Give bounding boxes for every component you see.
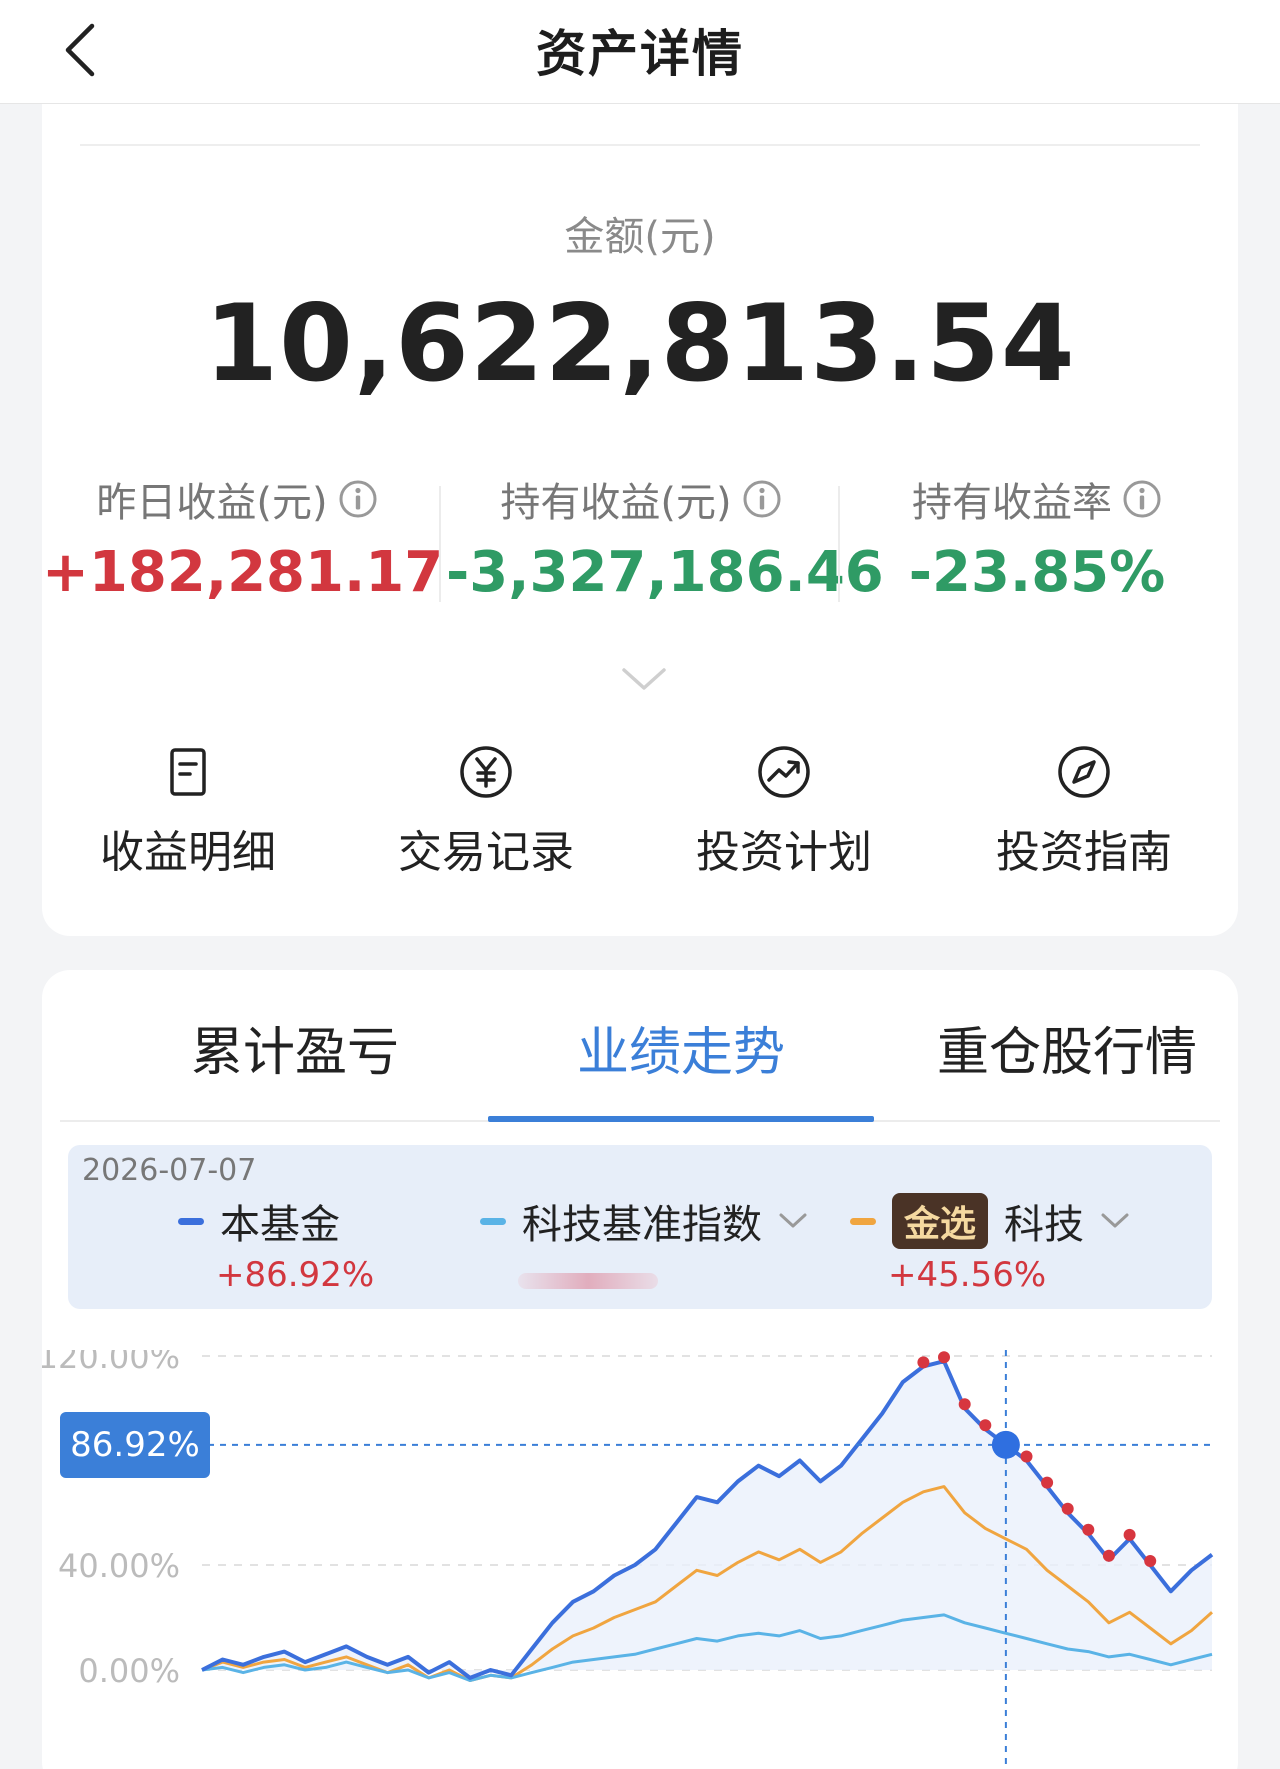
legend-value: +86.92%: [216, 1255, 375, 1295]
top-bar: 资产详情: [0, 0, 1280, 104]
legend-name: 科技: [1004, 1202, 1085, 1248]
amount-label: 金额(元): [564, 214, 716, 260]
info-icon[interactable]: [1122, 479, 1162, 519]
tab-cumulative-pnl[interactable]: 累计盈亏: [102, 1010, 488, 1085]
divider: [439, 486, 441, 602]
trade-marker: [1061, 1502, 1074, 1515]
action-profit-detail[interactable]: 收益明细: [58, 744, 318, 894]
action-trade-records[interactable]: 交易记录: [356, 744, 616, 894]
legend-item-tech[interactable]: 金选 科技 +45.56%: [850, 1193, 1130, 1303]
trade-marker: [958, 1398, 971, 1411]
trade-marker: [1020, 1450, 1033, 1463]
stats-row: 昨日收益(元) +182,281.17 持有收益(元) -3,327,186.4…: [42, 464, 1238, 614]
quick-actions: 收益明细 交易记录 投资计划 投资指南: [42, 744, 1238, 894]
info-icon[interactable]: [742, 479, 782, 519]
yen-circle-icon: [460, 746, 512, 798]
tab-top-holdings[interactable]: 重仓股行情: [874, 1010, 1260, 1085]
redacted-value: [518, 1273, 658, 1289]
stat-value: -3,327,186.46: [446, 540, 884, 605]
action-label: 交易记录: [398, 827, 574, 878]
performance-card: 累计盈亏 业绩走势 重仓股行情 2026-07-07 本基金 +86.92% 科…: [42, 970, 1238, 1769]
selected-point: [991, 1430, 1020, 1459]
action-label: 投资指南: [996, 827, 1172, 878]
page-title: 资产详情: [536, 25, 744, 83]
legend-name: 科技基准指数: [522, 1202, 762, 1248]
chevron-down-icon: [1101, 1213, 1129, 1228]
amount-value: 10,622,813.54: [204, 282, 1076, 405]
document-icon: [170, 748, 206, 796]
info-icon[interactable]: [338, 479, 378, 519]
series-swatch: [480, 1217, 506, 1225]
trade-marker: [938, 1351, 950, 1364]
stat-value: -23.85%: [908, 540, 1166, 605]
stat-label: 昨日收益(元): [96, 480, 328, 526]
action-invest-plan[interactable]: 投资计划: [654, 744, 914, 894]
active-tab-indicator: [488, 1116, 874, 1122]
legend-item-benchmark[interactable]: 科技基准指数: [480, 1193, 808, 1303]
chevron-down-icon[interactable]: [620, 664, 668, 694]
action-invest-guide[interactable]: 投资指南: [954, 744, 1214, 894]
stat-value: +182,281.17: [42, 540, 444, 605]
trade-marker: [1123, 1528, 1136, 1541]
tab-bar: 累计盈亏 业绩走势 重仓股行情: [60, 970, 1220, 1122]
performance-line-chart[interactable]: 120.00% 40.00% 0.00%: [42, 1350, 1238, 1769]
trade-marker: [1082, 1523, 1095, 1536]
legend-date: 2026-07-07: [82, 1153, 257, 1188]
y-tick-label: 120.00%: [42, 1350, 180, 1376]
stat-label: 持有收益(元): [500, 480, 732, 526]
action-label: 投资计划: [696, 827, 872, 878]
trade-marker: [1102, 1549, 1115, 1562]
trade-marker: [979, 1419, 992, 1432]
trade-marker: [1041, 1476, 1054, 1489]
y-tick-label: 0.00%: [78, 1652, 180, 1690]
divider: [80, 144, 1200, 146]
gold-pick-badge: 金选: [892, 1193, 989, 1249]
chart-legend: 2026-07-07 本基金 +86.92% 科技基准指数 金选 科技 +45.…: [68, 1145, 1212, 1309]
stat-label: 持有收益率: [912, 480, 1112, 526]
divider: [838, 486, 840, 602]
series-swatch: [178, 1217, 204, 1225]
stat-yesterday-profit: 昨日收益(元) +182,281.17: [42, 464, 444, 614]
stat-holding-yield: 持有收益率 -23.85%: [842, 464, 1232, 614]
fund-area: [202, 1361, 1212, 1678]
legend-name: 本基金: [220, 1202, 340, 1248]
current-value-badge: 86.92%: [60, 1411, 210, 1478]
compass-icon: [1058, 746, 1110, 798]
series-swatch: [850, 1217, 876, 1225]
trade-marker: [1144, 1555, 1157, 1567]
legend-value-redacted: [480, 1255, 808, 1298]
stat-holding-profit: 持有收益(元) -3,327,186.46: [446, 464, 884, 614]
y-tick-label: 40.00%: [58, 1547, 180, 1585]
legend-item-fund: 本基金 +86.92%: [178, 1193, 374, 1303]
asset-summary-card: 金额(元) 10,622,813.54 昨日收益(元) +182,281.17 …: [42, 104, 1238, 936]
trade-marker: [917, 1356, 930, 1369]
legend-value: +45.56%: [888, 1255, 1047, 1295]
trend-circle-icon: [758, 746, 810, 798]
tab-performance-trend[interactable]: 业绩走势: [488, 1010, 874, 1085]
action-label: 收益明细: [100, 827, 276, 878]
chevron-down-icon: [779, 1213, 807, 1228]
